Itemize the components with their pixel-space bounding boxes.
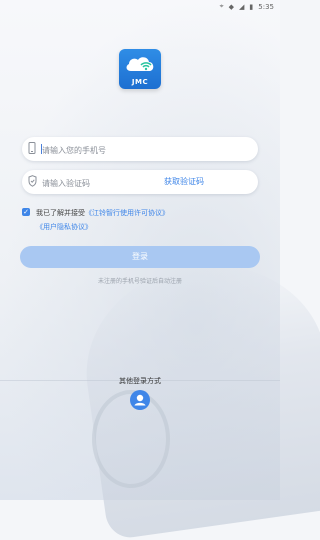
get-code-button[interactable]: 获取验证码: [164, 176, 204, 187]
other-login-text: 其他登录方式: [119, 377, 161, 385]
battery-icon: ▮: [249, 2, 254, 11]
privacy-policy-link[interactable]: 《用户隐私协议》: [36, 222, 92, 232]
car-silhouette: [73, 249, 320, 540]
agree-checkbox[interactable]: ✓: [22, 208, 30, 216]
signal-icon: ◢: [239, 2, 245, 11]
app-logo: JMC: [119, 49, 161, 89]
agreement-text: 我已了解并接受《江铃智行使用许可协议》: [36, 208, 169, 218]
status-time: 5:35: [258, 2, 274, 11]
license-agreement-link[interactable]: 《江铃智行使用许可协议》: [85, 209, 169, 217]
auto-register-hint: 未注册的手机号验证后自动注册: [97, 278, 182, 285]
agreement-prefix: 我已了解并接受: [36, 209, 85, 217]
cloud-icon: [126, 57, 154, 71]
phone-field[interactable]: [22, 137, 258, 161]
phone-input[interactable]: [40, 141, 184, 159]
logo-text: JMC: [131, 78, 149, 86]
status-bar: ⌖ ◆ ◢ ▮ 5:35: [0, 0, 280, 14]
location-icon: ⌖: [219, 2, 224, 10]
shield-icon: [28, 175, 37, 187]
login-button[interactable]: 登录: [20, 246, 260, 268]
code-field[interactable]: 获取验证码: [22, 170, 258, 194]
user-avatar-icon: [134, 394, 146, 406]
other-login-button[interactable]: [130, 390, 150, 410]
phone-icon: [28, 142, 36, 154]
status-icons: ⌖ ◆ ◢ ▮ 5:35: [220, 2, 274, 11]
code-input[interactable]: [40, 174, 184, 192]
other-login-label: 其他登录方式: [0, 376, 280, 386]
wifi-icon: ◆: [228, 2, 235, 11]
